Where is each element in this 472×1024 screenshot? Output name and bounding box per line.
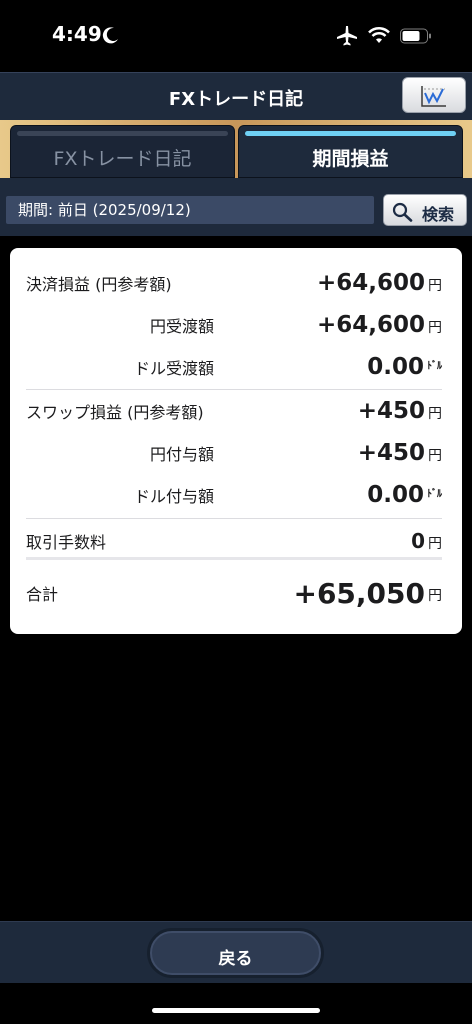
status-icons	[336, 25, 432, 47]
dollar-grant-value: 0.00	[367, 482, 424, 508]
yen-transfer-row: 円受渡額 +64,600 円	[26, 304, 442, 346]
status-bar: 4:49	[0, 0, 472, 72]
unit-label: 円	[428, 406, 442, 422]
navbar: FXトレード日記	[0, 72, 472, 120]
settlement-value: +64,600	[316, 270, 425, 296]
unit-label: 円	[428, 588, 442, 604]
back-label: 戻る	[218, 949, 253, 969]
dollar-transfer-label: ドル受渡額	[133, 359, 214, 378]
tab-fx-diary[interactable]: FXトレード日記	[10, 125, 235, 178]
tab-period-pnl[interactable]: 期間損益	[238, 125, 463, 178]
yen-transfer-label: 円受渡額	[149, 317, 214, 336]
search-icon	[392, 202, 413, 222]
unit-label: 円	[428, 536, 442, 552]
yen-transfer-value: +64,600	[316, 312, 425, 338]
summary-card: 決済損益 (円参考額) +64,600 円 円受渡額 +64,600 円 ドル受…	[10, 248, 462, 634]
tab-label: 期間損益	[312, 148, 389, 170]
tab-indicator-active	[245, 131, 456, 136]
unit-label: ﾄﾞﾙ	[427, 360, 442, 372]
dollar-transfer-value: 0.00	[367, 354, 424, 380]
dollar-grant-row: ドル付与額 0.00 ﾄﾞﾙ	[26, 474, 442, 516]
wifi-icon	[368, 27, 390, 43]
chart-button[interactable]	[402, 77, 466, 113]
fee-row: 取引手数料 0 円	[26, 520, 442, 562]
total-value: +65,050	[293, 576, 425, 610]
unit-label: 円	[428, 448, 442, 464]
unit-label: ﾄﾞﾙ	[427, 488, 442, 500]
period-bar: 期間: 前日 (2025/09/12) 検索	[0, 178, 472, 236]
dollar-transfer-row: ドル受渡額 0.00 ﾄﾞﾙ	[26, 346, 442, 388]
fee-label: 取引手数料	[26, 533, 107, 552]
battery-icon	[400, 28, 431, 44]
status-time: 4:49	[52, 22, 102, 46]
divider	[26, 518, 442, 519]
period-selector[interactable]: 期間: 前日 (2025/09/12)	[6, 196, 374, 224]
line-chart-icon	[421, 86, 446, 107]
yen-grant-row: 円付与額 +450 円	[26, 432, 442, 474]
swap-row: スワップ損益 (円参考額) +450 円	[26, 390, 442, 432]
moon-icon	[102, 27, 118, 44]
divider	[26, 557, 442, 560]
unit-label: 円	[428, 320, 442, 336]
fee-value: 0	[411, 529, 425, 553]
settlement-row: 決済損益 (円参考額) +64,600 円	[26, 262, 442, 304]
airplane-icon	[337, 26, 357, 46]
dollar-grant-label: ドル付与額	[133, 487, 214, 506]
total-row: 合計 +65,050 円	[26, 572, 442, 614]
settlement-label: 決済損益 (円参考額)	[26, 275, 172, 294]
back-button[interactable]: 戻る	[150, 931, 321, 975]
search-button[interactable]: 検索	[383, 194, 467, 226]
bottom-bar: 戻る	[0, 921, 472, 983]
home-indicator[interactable]	[152, 1008, 320, 1013]
tab-bar: FXトレード日記 期間損益	[0, 120, 472, 178]
unit-label: 円	[428, 278, 442, 294]
tab-label: FXトレード日記	[53, 148, 192, 170]
search-label: 検索	[422, 205, 455, 224]
yen-grant-value: +450	[357, 440, 425, 466]
yen-grant-label: 円付与額	[149, 445, 214, 464]
swap-label: スワップ損益 (円参考額)	[26, 403, 204, 422]
swap-value: +450	[357, 398, 425, 424]
total-label: 合計	[26, 585, 59, 604]
tab-indicator	[17, 131, 228, 136]
